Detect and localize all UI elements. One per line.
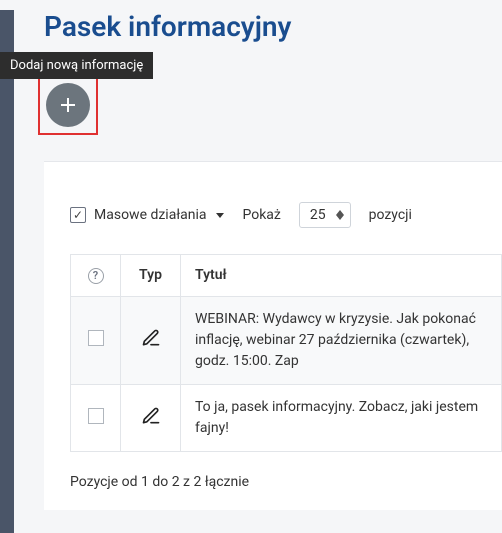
bulk-actions-label: Masowe działania	[94, 207, 206, 223]
edit-button[interactable]	[141, 406, 161, 426]
add-button-highlight	[38, 75, 98, 135]
edit-button[interactable]	[141, 328, 161, 348]
table-row: WEBINAR: Wydawcy w kryzysie. Jak pokonać…	[71, 296, 502, 384]
page-size-select[interactable]: 25	[299, 202, 351, 228]
add-button[interactable]	[46, 83, 90, 127]
plus-icon	[58, 95, 78, 115]
row-checkbox[interactable]	[88, 330, 104, 346]
column-header-type[interactable]: Typ	[121, 255, 181, 297]
row-title: WEBINAR: Wydawcy w kryzysie. Jak pokonać…	[181, 296, 502, 384]
column-header-help[interactable]: ?	[71, 255, 121, 297]
pencil-icon	[141, 328, 161, 348]
content-card: Masowe działania Pokaż 25 pozycji	[44, 161, 502, 510]
caret-down-icon	[216, 213, 224, 218]
page-title: Pasek informacyjny	[44, 10, 502, 43]
help-icon: ?	[88, 268, 104, 284]
pagination-summary: Pozycje od 1 do 2 z 2 łącznie	[70, 474, 502, 490]
left-rail	[0, 10, 14, 533]
info-table: ? Typ Tytuł	[70, 254, 502, 452]
row-checkbox[interactable]	[88, 408, 104, 424]
row-title: To ja, pasek informacyjny. Zobacz, jaki …	[181, 384, 502, 451]
bulk-actions-dropdown[interactable]: Masowe działania	[70, 207, 224, 223]
column-header-title[interactable]: Tytuł	[181, 255, 502, 297]
show-label: Pokaż	[242, 207, 280, 223]
pencil-icon	[141, 406, 161, 426]
bulk-checkbox-icon	[70, 207, 86, 223]
page-size-value: 25	[310, 207, 326, 223]
table-row: To ja, pasek informacyjny. Zobacz, jaki …	[71, 384, 502, 451]
select-arrows-icon	[336, 210, 344, 220]
show-suffix: pozycji	[369, 207, 412, 223]
toolbar: Masowe działania Pokaż 25 pozycji	[70, 202, 502, 228]
add-tooltip: Dodaj nową informację	[0, 52, 153, 79]
